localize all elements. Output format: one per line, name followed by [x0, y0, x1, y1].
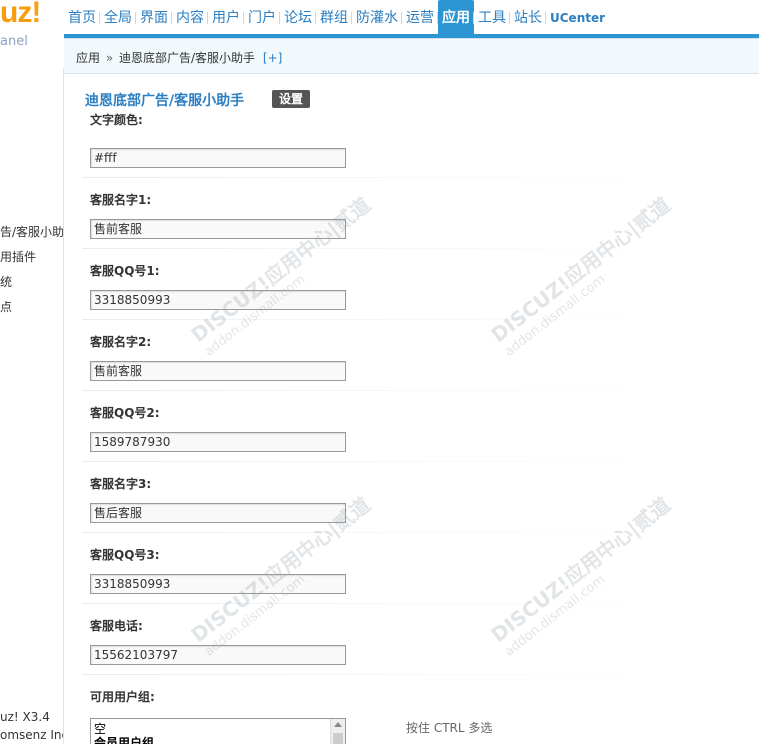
nav-tab-2[interactable]: 界面 [136, 0, 172, 34]
row-divider [82, 674, 759, 675]
breadcrumb-root[interactable]: 应用 [76, 51, 100, 65]
breadcrumb: 应用 » 迪恩底部广告/客服小助手 [+] [76, 49, 282, 66]
scrollbar[interactable] [330, 719, 345, 744]
logo-text: uz! [0, 0, 41, 29]
nav-tab-9[interactable]: 运营 [402, 0, 438, 34]
text-input[interactable]: #fff [90, 148, 346, 168]
row-divider [82, 319, 759, 320]
nav-tab-ucenter[interactable]: UCenter [546, 0, 609, 34]
row-divider [82, 532, 759, 533]
field-label: 客服名字3: [90, 477, 152, 491]
field-label: 文字颜色: [90, 113, 143, 127]
nav-tab-6[interactable]: 论坛 [280, 0, 316, 34]
nav-tab-0[interactable]: 首页 [64, 0, 100, 34]
breadcrumb-current: 迪恩底部广告/客服小助手 [119, 51, 256, 65]
row-divider [82, 248, 759, 249]
text-input[interactable]: 3318850993 [90, 574, 346, 594]
logo-subtitle: anel [0, 34, 28, 49]
sidebar-menu: 告/客服小助 用插件 统 点 [0, 222, 63, 322]
nav-tab-7[interactable]: 群组 [316, 0, 352, 34]
row-divider [82, 603, 759, 604]
field-label: 客服名字1: [90, 193, 152, 207]
nav-tab-4[interactable]: 用户 [208, 0, 244, 34]
field-label: 客服名字2: [90, 335, 152, 349]
usergroup-label: 可用用户组: [90, 690, 155, 704]
admin-logo[interactable]: uz! anel [0, 0, 64, 68]
watermark: DISCUZ!应用中心|贰道 addon.dismall.com [486, 192, 675, 360]
usergroup-option[interactable]: 空 [91, 722, 345, 736]
usergroup-multiselect[interactable]: 空会员用户组 [90, 718, 346, 744]
page-title: 迪恩底部广告/客服小助手 [85, 93, 245, 109]
row-divider [82, 390, 759, 391]
scroll-up-icon[interactable] [334, 722, 342, 727]
nav-tab-1[interactable]: 全局 [100, 0, 136, 34]
nav-tabs: 首页 全局 界面 内容 用户 门户 论坛 群组 防灌水 运营 应用 工具 站长 UCenter [64, 0, 609, 34]
sidebar-footer: uz! X3.4 omsenz Inc. [0, 708, 63, 744]
row-divider [82, 461, 759, 462]
text-input[interactable]: 15562103797 [90, 645, 346, 665]
multiselect-hint: 按住 CTRL 多选 [406, 721, 493, 735]
add-shortcut-button[interactable]: [+] [263, 51, 282, 65]
nav-tab-8[interactable]: 防灌水 [352, 0, 402, 34]
scroll-thumb[interactable] [333, 733, 343, 744]
copyright-text: omsenz Inc. [0, 728, 63, 742]
sidebar-item-current-plugin[interactable]: 告/客服小助 [0, 222, 63, 247]
text-input[interactable]: 1589787930 [90, 432, 346, 452]
nav-tab-11[interactable]: 工具 [474, 0, 510, 34]
main-content: 迪恩底部广告/客服小助手 设置 文字颜色: #fff 客服名字1: 售前客服 客服QQ号… [64, 75, 759, 744]
sidebar-item-system[interactable]: 统 [0, 272, 63, 297]
text-input[interactable]: 售后客服 [90, 503, 346, 523]
left-sidebar: 告/客服小助 用插件 统 点 uz! X3.4 omsenz Inc. [0, 68, 64, 744]
watermark: DISCUZ!应用中心|贰道 addon.dismall.com [186, 192, 375, 360]
field-label: 客服QQ号3: [90, 548, 160, 562]
row-divider [82, 177, 759, 178]
field-label: 客服电话: [90, 619, 143, 633]
version-text: uz! X3.4 [0, 710, 50, 724]
tab-settings[interactable]: 设置 [272, 90, 311, 108]
nav-tab-12[interactable]: 站长 [510, 0, 546, 34]
nav-tab-5[interactable]: 门户 [244, 0, 280, 34]
usergroup-option[interactable]: 会员用户组 [91, 736, 345, 744]
nav-tab-3[interactable]: 内容 [172, 0, 208, 34]
field-label: 客服QQ号2: [90, 406, 160, 420]
text-input[interactable]: 3318850993 [90, 290, 346, 310]
text-input[interactable]: 售前客服 [90, 219, 346, 239]
text-input[interactable]: 售前客服 [90, 361, 346, 381]
sidebar-item-plugins[interactable]: 用插件 [0, 247, 63, 272]
top-navigation: 首页 全局 界面 内容 用户 门户 论坛 群组 防灌水 运营 应用 工具 站长 UCenter [64, 0, 759, 38]
sidebar-item-point[interactable]: 点 [0, 297, 63, 322]
nav-tab-10[interactable]: 应用 [438, 0, 474, 34]
breadcrumb-bar: 应用 » 迪恩底部广告/客服小助手 [+] [64, 38, 759, 74]
breadcrumb-separator: » [105, 51, 114, 65]
field-label: 客服QQ号1: [90, 264, 160, 278]
watermark: DISCUZ!应用中心|贰道 addon.dismall.com [486, 492, 675, 660]
